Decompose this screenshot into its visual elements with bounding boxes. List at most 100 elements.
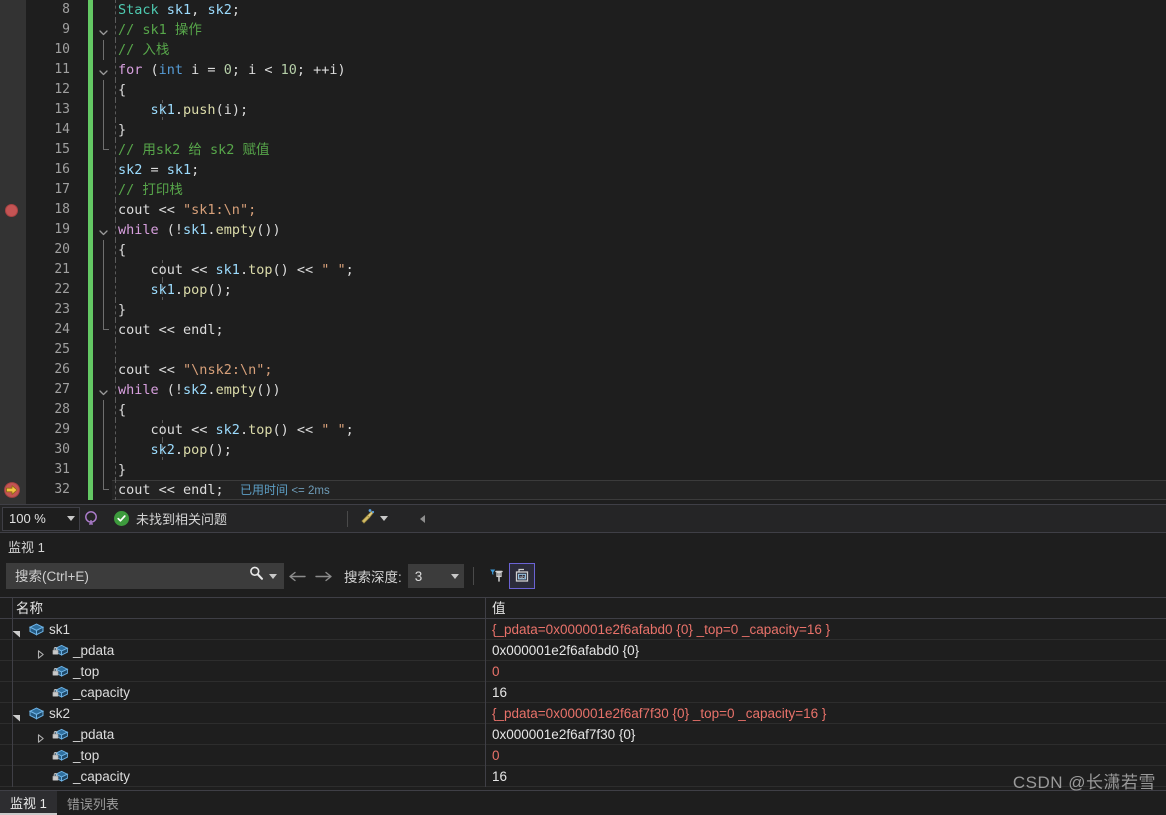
outlining-margin[interactable] <box>96 160 112 180</box>
breakpoint-cell[interactable] <box>0 60 26 80</box>
breakpoint-cell[interactable] <box>0 100 26 120</box>
outlining-margin[interactable] <box>96 60 112 80</box>
breakpoint-cell[interactable] <box>0 40 26 60</box>
breakpoint-cell[interactable] <box>0 220 26 240</box>
outlining-margin[interactable] <box>96 360 112 380</box>
code-line[interactable]: 13 sk1.push(i); <box>0 100 1166 120</box>
code-line[interactable]: 27 while (!sk2.empty()) <box>0 380 1166 400</box>
column-divider[interactable] <box>12 598 13 619</box>
watch-row-value[interactable]: 16 <box>492 766 507 787</box>
code-line[interactable]: 26 cout << "\nsk2:\n"; <box>0 360 1166 380</box>
breakpoint-icon[interactable] <box>5 204 18 217</box>
search-icon[interactable] <box>248 565 265 587</box>
code-cleanup-button[interactable] <box>358 507 389 530</box>
code-line[interactable]: 11 for (int i = 0; i < 10; ++i) <box>0 60 1166 80</box>
watch-row-name[interactable]: _capacity <box>73 682 130 703</box>
expander-collapsed-icon[interactable] <box>36 646 45 659</box>
expander-collapsed-icon[interactable] <box>36 730 45 743</box>
outlining-margin[interactable] <box>96 220 112 240</box>
code-line[interactable]: 19 while (!sk1.empty()) <box>0 220 1166 240</box>
watch-row-value[interactable]: {_pdata=0x000001e2f6af7f30 {0} _top=0 _c… <box>492 703 826 724</box>
outlining-margin[interactable] <box>96 400 112 420</box>
breakpoint-cell[interactable] <box>0 300 26 320</box>
outlining-margin[interactable] <box>96 340 112 360</box>
breakpoint-cell[interactable] <box>0 340 26 360</box>
outlining-margin[interactable] <box>96 420 112 440</box>
outlining-margin[interactable] <box>96 40 112 60</box>
zoom-level-selector[interactable]: 100 % <box>2 506 80 531</box>
outlining-margin[interactable] <box>96 280 112 300</box>
watch-row-value[interactable]: 0 <box>492 661 500 682</box>
code-line[interactable]: 21 cout << sk1.top() << " "; <box>0 260 1166 280</box>
watch-table-row[interactable]: _top 0 <box>0 661 1166 682</box>
watch-table-row[interactable]: _capacity 16 <box>0 766 1166 787</box>
code-line[interactable]: 15 // 用sk2 给 sk2 赋值 <box>0 140 1166 160</box>
watch-row-value[interactable]: 0 <box>492 745 500 766</box>
breakpoint-cell[interactable] <box>0 200 26 220</box>
watch-row-name[interactable]: _top <box>73 661 99 682</box>
breakpoint-cell[interactable] <box>0 320 26 340</box>
outlining-margin[interactable] <box>96 460 112 480</box>
breakpoint-cell[interactable] <box>0 400 26 420</box>
watch-table-row[interactable]: _capacity 16 <box>0 682 1166 703</box>
outlining-margin[interactable] <box>96 120 112 140</box>
outlining-margin[interactable] <box>96 480 112 500</box>
outlining-margin[interactable] <box>96 240 112 260</box>
breakpoint-cell[interactable] <box>0 440 26 460</box>
outlining-margin[interactable] <box>96 200 112 220</box>
column-header-name[interactable]: 名称 <box>16 598 43 619</box>
filter-pin-icon[interactable] <box>483 563 509 589</box>
collapse-chevron-icon[interactable] <box>98 225 109 236</box>
breakpoint-cell[interactable] <box>0 460 26 480</box>
code-line[interactable]: 14} <box>0 120 1166 140</box>
hex-display-icon[interactable]: ab <box>508 563 535 589</box>
watch-row-name[interactable]: sk2 <box>49 703 70 724</box>
watch-row-value[interactable]: 0x000001e2f6afabd0 {0} <box>492 640 639 661</box>
nav-back-button[interactable] <box>284 563 310 589</box>
chevron-down-icon[interactable] <box>269 573 277 579</box>
breakpoint-cell[interactable] <box>0 120 26 140</box>
breakpoint-cell[interactable] <box>0 280 26 300</box>
breakpoint-cell[interactable] <box>0 0 26 20</box>
watch-row-name[interactable]: _pdata <box>73 724 114 745</box>
breakpoint-cell[interactable] <box>0 260 26 280</box>
watch-row-value[interactable]: {_pdata=0x000001e2f6afabd0 {0} _top=0 _c… <box>492 619 830 640</box>
search-depth-selector[interactable]: 3 <box>407 564 464 588</box>
watch-table-row[interactable]: sk1 {_pdata=0x000001e2f6afabd0 {0} _top=0… <box>0 619 1166 640</box>
code-line[interactable]: 31} <box>0 460 1166 480</box>
code-line[interactable]: 29 cout << sk2.top() << " "; <box>0 420 1166 440</box>
code-line[interactable]: 32 cout << endl; 已用时间 <= 2ms <box>0 480 1166 500</box>
outlining-margin[interactable] <box>96 180 112 200</box>
code-line[interactable]: 30 sk2.pop(); <box>0 440 1166 460</box>
outlining-margin[interactable] <box>96 300 112 320</box>
watch-table-row[interactable]: _pdata 0x000001e2f6afabd0 {0} <box>0 640 1166 661</box>
watch-table-row[interactable]: _pdata 0x000001e2f6af7f30 {0} <box>0 724 1166 745</box>
code-line[interactable]: 28 { <box>0 400 1166 420</box>
watch-row-name[interactable]: _capacity <box>73 766 130 787</box>
watch-row-value[interactable]: 16 <box>492 682 507 703</box>
breakpoint-cell[interactable] <box>0 480 26 500</box>
code-line[interactable]: 25 <box>0 340 1166 360</box>
breakpoint-cell[interactable] <box>0 420 26 440</box>
breakpoint-cell[interactable] <box>0 20 26 40</box>
breakpoint-cell[interactable] <box>0 180 26 200</box>
code-line[interactable]: 20 { <box>0 240 1166 260</box>
breakpoint-cell[interactable] <box>0 240 26 260</box>
watch-row-value[interactable]: 0x000001e2f6af7f30 {0} <box>492 724 635 745</box>
breakpoint-cell[interactable] <box>0 380 26 400</box>
elapsed-time-adornment[interactable]: 已用时间 <= 2ms <box>240 480 330 500</box>
feedback-icon[interactable] <box>80 507 104 531</box>
collapse-chevron-icon[interactable] <box>98 25 109 36</box>
code-editor[interactable]: 8 Stack sk1, sk2; 9 // sk1 操作 10 // 入栈 11 for (… <box>0 0 1166 504</box>
code-line[interactable]: 16 sk2 = sk1; <box>0 160 1166 180</box>
outlining-margin[interactable] <box>96 20 112 40</box>
code-line[interactable]: 18 cout << "sk1:\n"; <box>0 200 1166 220</box>
code-line[interactable]: 24 cout << endl; <box>0 320 1166 340</box>
outlining-margin[interactable] <box>96 260 112 280</box>
outlining-margin[interactable] <box>96 0 112 20</box>
expander-expanded-icon[interactable] <box>12 709 21 722</box>
outlining-margin[interactable] <box>96 140 112 160</box>
code-line[interactable]: 8 Stack sk1, sk2; <box>0 0 1166 20</box>
watch-row-name[interactable]: _pdata <box>73 640 114 661</box>
code-line[interactable]: 17 // 打印栈 <box>0 180 1166 200</box>
